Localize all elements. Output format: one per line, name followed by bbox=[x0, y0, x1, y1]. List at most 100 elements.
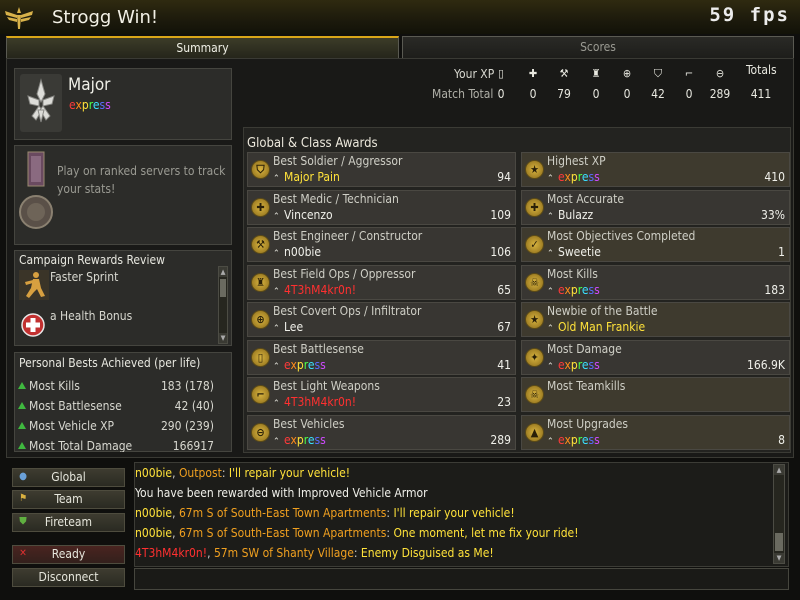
your-xp-label: Your XP bbox=[454, 67, 495, 81]
chat-fireteam-button[interactable]: ⛊ Fireteam bbox=[12, 513, 125, 532]
totals-label: Totals bbox=[746, 63, 777, 77]
award-value: 106 bbox=[490, 245, 511, 259]
chat-global-button[interactable]: ● Global bbox=[12, 468, 125, 487]
light-weapons-icon: ⌐ bbox=[684, 67, 694, 80]
scroll-down-icon[interactable]: ▼ bbox=[774, 553, 784, 563]
globe-icon: ● bbox=[19, 471, 27, 482]
chat-location: 67m S of South-East Town Apartments bbox=[178, 526, 387, 540]
award-value: 1 bbox=[778, 245, 785, 259]
award-title: Best Covert Ops / Infiltrator bbox=[273, 304, 422, 318]
objective-icon: ✓ bbox=[525, 235, 544, 254]
scroll-up-icon[interactable]: ▲ bbox=[774, 465, 784, 475]
award-title: Highest XP bbox=[547, 154, 606, 168]
xp-value: 0 bbox=[529, 87, 537, 101]
award-player: ⌃ express bbox=[547, 357, 600, 372]
chat-scrollbar[interactable]: ▲ ▼ bbox=[773, 464, 785, 564]
list-item: Most Kills 183 (178) bbox=[18, 378, 214, 398]
scroll-up-icon[interactable]: ▲ bbox=[219, 267, 227, 277]
award-player: ⌃ 4T3hM4kr0n! bbox=[273, 282, 357, 297]
award-title: Most Upgrades bbox=[547, 416, 628, 431]
award-player: ⌃ Sweetie bbox=[547, 245, 601, 259]
kills-icon: ☠ bbox=[525, 272, 544, 292]
rank-chevron-icon: ⌃ bbox=[547, 286, 554, 297]
award-title: Best Medic / Technician bbox=[273, 191, 399, 206]
chat-line: n00bie, 67m S of South-East Town Apartme… bbox=[135, 526, 579, 540]
vehicle-icon: ⊖ bbox=[251, 422, 270, 442]
damage-icon: ✦ bbox=[525, 347, 544, 367]
scroll-thumb[interactable] bbox=[220, 279, 226, 297]
rank-chevron-icon: ⌃ bbox=[273, 174, 280, 184]
campaign-scrollbar[interactable]: ▲ ▼ bbox=[218, 266, 228, 344]
xp-icon: ★ bbox=[525, 160, 544, 179]
award-title: Most Accurate bbox=[547, 191, 625, 206]
flag-icon: ⚑ bbox=[18, 493, 28, 504]
battlesense-icon: ▯ bbox=[251, 347, 270, 367]
chat-line: n00bie, 67m S of South-East Town Apartme… bbox=[135, 506, 515, 520]
disconnect-button[interactable]: Disconnect bbox=[12, 568, 125, 587]
award-title: Most Teamkills bbox=[547, 379, 626, 393]
medic-icon: ✚ bbox=[528, 67, 538, 80]
scroll-down-icon[interactable]: ▼ bbox=[219, 333, 227, 343]
campaign-item-label: Faster Sprint bbox=[50, 270, 119, 284]
xp-value: 289 bbox=[709, 87, 731, 101]
list-item: Most Vehicle XP 290 (239) bbox=[18, 418, 214, 438]
rank-major-icon bbox=[20, 74, 62, 132]
award-card: ⊖ Best Vehicles ⌃ express 289 bbox=[247, 414, 516, 450]
ready-button[interactable]: ✕ Ready bbox=[12, 545, 125, 564]
award-player: ⌃ express bbox=[547, 282, 600, 297]
chat-line: 4T3hM4kr0n!, 57m SW of Shanty Village: E… bbox=[135, 546, 494, 560]
chat-location: 57m SW of Shanty Village bbox=[213, 546, 354, 560]
award-value: 23 bbox=[497, 395, 511, 409]
chat-team-button[interactable]: ⚑ Team bbox=[12, 490, 125, 509]
award-player: ⌃ Major Pain bbox=[273, 170, 340, 184]
award-player: ⌃ Lee bbox=[273, 320, 304, 334]
rank-player-name: express bbox=[69, 98, 111, 112]
vehicle-icon: ⊖ bbox=[715, 67, 725, 80]
award-value: 109 bbox=[490, 207, 511, 222]
tab-scores[interactable]: Scores bbox=[402, 36, 794, 59]
xp-value: 0 bbox=[623, 87, 631, 101]
chat-message: You have been rewarded with Improved Veh… bbox=[135, 486, 428, 500]
award-card: ⌐ Best Light Weapons ⌃ 4T3hM4kr0n! 23 bbox=[247, 377, 516, 412]
award-card: ⛉ Best Soldier / Aggressor ⌃ Major Pain 94 bbox=[247, 152, 516, 187]
award-title: Best Light Weapons bbox=[273, 379, 380, 393]
sprint-icon bbox=[19, 270, 49, 300]
chat-speaker: 4T3hM4kr0n! bbox=[135, 546, 208, 560]
accuracy-icon: ✚ bbox=[525, 197, 544, 217]
soldier-icon: ⛉ bbox=[251, 160, 270, 179]
award-title: Newbie of the Battle bbox=[547, 304, 658, 318]
chat-location: Outpost bbox=[178, 466, 222, 480]
award-card: ⊕ Best Covert Ops / Infiltrator ⌃ Lee 67 bbox=[247, 302, 516, 337]
up-arrow-icon bbox=[18, 382, 26, 389]
teamkill-icon: ☠ bbox=[525, 385, 544, 404]
xp-value: 42 bbox=[651, 87, 665, 101]
shield-icon: ⛊ bbox=[19, 516, 27, 527]
chat-speaker: n00bie bbox=[135, 526, 173, 540]
list-item: Most Battlesense 42 (40) bbox=[18, 398, 214, 418]
award-player: ⌃ express bbox=[273, 357, 326, 372]
award-card: ☠ Most Teamkills bbox=[521, 377, 790, 412]
xp-value: 0 bbox=[685, 87, 693, 101]
up-arrow-icon bbox=[18, 422, 26, 429]
xp-value: 79 bbox=[557, 87, 571, 101]
engineer-icon: ⚒ bbox=[559, 67, 569, 80]
chat-input[interactable] bbox=[134, 568, 789, 590]
award-value: 183 bbox=[764, 282, 785, 297]
award-value: 94 bbox=[497, 170, 511, 184]
scroll-thumb[interactable] bbox=[775, 533, 783, 551]
award-card: ⚒ Best Engineer / Constructor ⌃ n00bie 106 bbox=[247, 227, 516, 262]
award-card: ✚ Most Accurate ⌃ Bulazz 33% bbox=[521, 189, 790, 225]
match-result-title: Strogg Win! bbox=[52, 7, 159, 28]
award-card: ✦ Most Damage ⌃ express 166.9K bbox=[521, 339, 790, 375]
tab-summary[interactable]: Summary bbox=[6, 36, 399, 59]
medal-icon bbox=[19, 151, 53, 229]
upgrade-icon: ▲ bbox=[525, 422, 544, 442]
xp-table: Your XP Match Total Totals ▯ ✚ ⚒ ♜ ⊕ ⛉ ⌐… bbox=[420, 62, 790, 108]
award-player: ⌃ n00bie bbox=[273, 245, 322, 259]
chat-location: 67m S of South-East Town Apartments bbox=[178, 506, 387, 520]
close-icon: ✕ bbox=[19, 548, 27, 559]
award-card: ★ Newbie of the Battle ⌃ Old Man Frankie bbox=[521, 302, 790, 337]
fieldops-icon: ♜ bbox=[251, 272, 270, 292]
up-arrow-icon bbox=[18, 442, 26, 449]
award-card: ✓ Most Objectives Completed ⌃ Sweetie 1 bbox=[521, 227, 790, 262]
